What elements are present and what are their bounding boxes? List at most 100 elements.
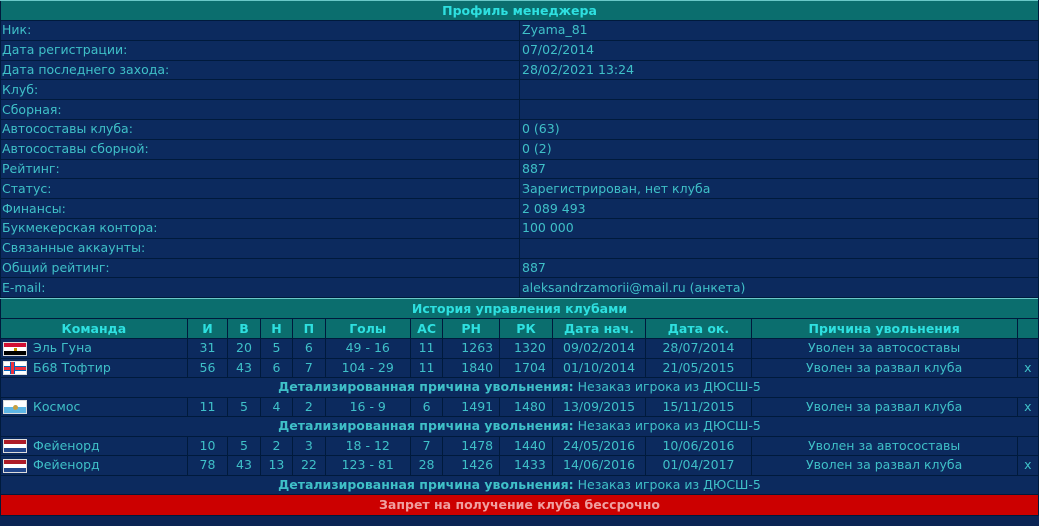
team-name[interactable]: Фейенорд (33, 438, 100, 453)
profile-label: Статус: (0, 178, 520, 200)
profile-value (519, 99, 1039, 120)
column-header: АС (409, 318, 444, 340)
start-date-cell: 14/06/2016 (551, 455, 647, 476)
column-header (1016, 318, 1039, 340)
autolineup-cell: 11 (409, 357, 444, 379)
profile-value: 887 (519, 257, 1039, 279)
rating-start-cell: 1426 (442, 455, 501, 476)
start-date-cell: 09/02/2014 (551, 338, 647, 359)
rating-start-cell: 1478 (442, 435, 501, 457)
faroe-flag-icon (3, 361, 27, 376)
team-cell[interactable]: Б68 Тофтир (0, 357, 188, 379)
column-header: Причина увольнения (750, 318, 1018, 340)
column-header: Команда (0, 318, 188, 340)
start-date-cell: 13/09/2015 (551, 396, 647, 418)
profile-label: Букмекерская контора: (0, 217, 520, 239)
club-history-row: Космос 11 5 4 2 16 - 9 6 1491 1480 13/09/2015 15/1… (0, 396, 1039, 418)
detail-label: Детализированная причина увольнения: (278, 379, 574, 395)
profile-row: Сборная: (0, 99, 1039, 120)
profile-row: Клуб: (0, 79, 1039, 101)
losses-cell: 3 (292, 435, 326, 457)
profile-label: Общий рейтинг: (0, 257, 520, 279)
dismissal-detail-row: Детализированная причина увольнения: Нез… (0, 377, 1039, 398)
games-cell: 10 (186, 435, 229, 457)
profile-value: 07/02/2014 (519, 39, 1039, 61)
team-cell[interactable]: Эль Гуна (0, 338, 188, 359)
profile-value: 100 000 (519, 217, 1039, 239)
team-name[interactable]: Эль Гуна (33, 340, 92, 355)
dismissal-reason-cell: Уволен за развал клуба (750, 357, 1018, 379)
team-name[interactable]: Космос (33, 399, 80, 414)
wins-cell: 20 (227, 338, 261, 359)
dismissal-detail-row: Детализированная причина увольнения: Нез… (0, 474, 1039, 496)
team-name[interactable]: Фейенорд (33, 457, 100, 472)
profile-value[interactable]: aleksandrzamorii@mail.ru (анкета) (519, 277, 1039, 299)
profile-value: 2 089 493 (519, 198, 1039, 219)
profile-value: 887 (519, 158, 1039, 180)
profile-row: Связанные аккаунты: (0, 237, 1039, 259)
egypt-flag-icon (3, 341, 27, 356)
profile-label: Автосоставы клуба: (0, 118, 520, 140)
profile-value: Zyama_81 (519, 20, 1039, 41)
column-header: В (227, 318, 261, 340)
autolineup-cell: 28 (409, 455, 444, 476)
profile-label: E-mail: (0, 277, 520, 299)
rating-end-cell: 1320 (499, 338, 553, 359)
column-header: И (186, 318, 229, 340)
goals-cell: 104 - 29 (324, 357, 411, 379)
goals-cell: 123 - 81 (324, 455, 411, 476)
profile-row: Общий рейтинг: 887 (0, 257, 1039, 279)
team-cell[interactable]: Фейенорд (0, 435, 188, 457)
profile-label: Рейтинг: (0, 158, 520, 180)
profile-label: Автосоставы сборной: (0, 138, 520, 160)
games-cell: 31 (186, 338, 229, 359)
column-header: Н (259, 318, 294, 340)
profile-value: 0 (2) (519, 138, 1039, 160)
dismissal-detail-row: Детализированная причина увольнения: Нез… (0, 416, 1039, 437)
history-header: История управления клубами (0, 298, 1039, 320)
team-cell[interactable]: Космос (0, 396, 188, 418)
rating-end-cell: 1704 (499, 357, 553, 379)
detail-toggle[interactable]: x (1016, 396, 1039, 418)
club-history-row: Б68 Тофтир 56 43 6 7 104 - 29 11 1840 1704 01/10/… (0, 357, 1039, 379)
end-date-cell: 01/04/2017 (645, 455, 752, 476)
games-cell: 56 (186, 357, 229, 379)
column-header: П (292, 318, 326, 340)
netherlands-flag-icon (3, 439, 27, 454)
profile-row: Дата последнего захода: 28/02/2021 13:24 (0, 59, 1039, 81)
detail-text: Незаказ игрока из ДЮСШ-5 (577, 476, 761, 492)
profile-label: Дата последнего захода: (0, 59, 520, 81)
losses-cell: 6 (292, 338, 326, 359)
losses-cell: 7 (292, 357, 326, 379)
profile-row: Автосоставы клуба: 0 (63) (0, 118, 1039, 140)
ban-notice: Запрет на получение клуба бессрочно (0, 494, 1039, 517)
dismissal-detail: Детализированная причина увольнения: Нез… (0, 416, 1039, 437)
profile-row: Финансы: 2 089 493 (0, 198, 1039, 219)
autolineup-cell: 6 (409, 396, 444, 418)
profile-value: 0 (63) (519, 118, 1039, 140)
rating-end-cell: 1433 (499, 455, 553, 476)
draws-cell: 13 (259, 455, 294, 476)
club-history-row: Эль Гуна 31 20 5 6 49 - 16 11 1263 1320 09/02/201… (0, 338, 1039, 359)
draws-cell: 6 (259, 357, 294, 379)
profile-table: Профиль менеджера Ник: Zyama_81 Дата регис… (0, 0, 1039, 299)
autolineup-cell: 7 (409, 435, 444, 457)
end-date-cell: 15/11/2015 (645, 396, 752, 418)
profile-value (519, 79, 1039, 101)
end-date-cell: 21/05/2015 (645, 357, 752, 379)
detail-toggle[interactable]: x (1016, 357, 1039, 379)
goals-cell: 49 - 16 (324, 338, 411, 359)
detail-toggle (1016, 435, 1039, 457)
team-cell[interactable]: Фейенорд (0, 455, 188, 476)
detail-toggle[interactable]: x (1016, 455, 1039, 476)
club-history-row: Фейенорд 78 43 13 22 123 - 81 28 1426 1433 14/06/… (0, 455, 1039, 476)
column-header: Голы (324, 318, 411, 340)
dismissal-detail: Детализированная причина увольнения: Нез… (0, 474, 1039, 496)
team-name[interactable]: Б68 Тофтир (33, 360, 111, 375)
column-header: Дата ок. (645, 318, 752, 340)
detail-text: Незаказ игрока из ДЮСШ-5 (577, 379, 761, 395)
profile-label: Дата регистрации: (0, 39, 520, 61)
games-cell: 78 (186, 455, 229, 476)
goals-cell: 16 - 9 (324, 396, 411, 418)
profile-label: Сборная: (0, 99, 520, 120)
